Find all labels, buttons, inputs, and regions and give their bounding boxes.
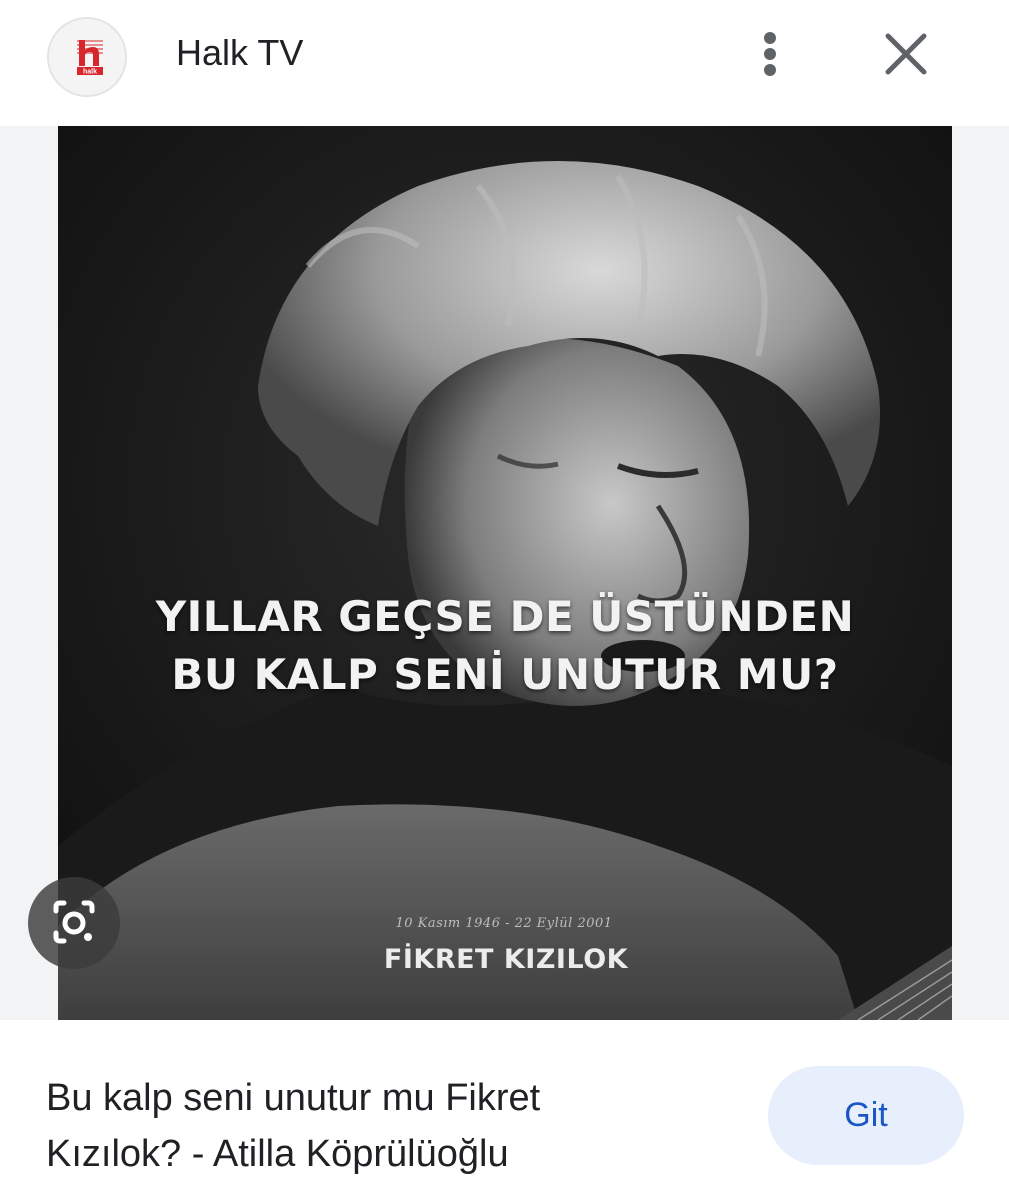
artist-name: FİKRET KIZILOK [383,944,629,975]
result-title-line-1: Bu kalp seni unutur mu Fikret [46,1077,541,1119]
close-button[interactable] [878,26,934,82]
lens-search-button[interactable] [28,877,120,969]
result-image[interactable]: YILLAR GEÇSE DE ÜSTÜNDEN BU KALP SENİ UN… [58,126,952,1020]
more-vert-icon-dot [764,64,776,76]
more-vert-icon [764,32,776,44]
image-preview-panel: YILLAR GEÇSE DE ÜSTÜNDEN BU KALP SENİ UN… [0,126,1009,1020]
portrait-illustration [58,126,952,1020]
result-title-line-2: Kızılok? - Atilla Köprülüoğlu [46,1133,509,1175]
source-name[interactable]: Halk TV [176,32,303,74]
artist-dates: 10 Kasım 1946 - 22 Eylül 2001 [395,916,613,931]
quote-text: YILLAR GEÇSE DE ÜSTÜNDEN BU KALP SENİ UN… [58,588,952,704]
result-title[interactable]: Bu kalp seni unutur mu Fikret Kızılok? -… [46,1070,746,1182]
lens-search-icon [53,900,95,944]
close-icon [885,33,927,75]
result-header: halk Halk TV [0,0,1009,110]
more-options-button[interactable] [748,26,792,82]
quote-line-1: YILLAR GEÇSE DE ÜSTÜNDEN [155,592,855,641]
source-logo[interactable]: halk [47,17,127,97]
halk-tv-logo-icon: halk [77,40,103,76]
visit-button[interactable]: Git [768,1066,964,1165]
more-vert-icon-dot [764,48,776,60]
quote-line-2: BU KALP SENİ UNUTUR MU? [171,650,839,699]
logo-text: halk [83,69,97,76]
